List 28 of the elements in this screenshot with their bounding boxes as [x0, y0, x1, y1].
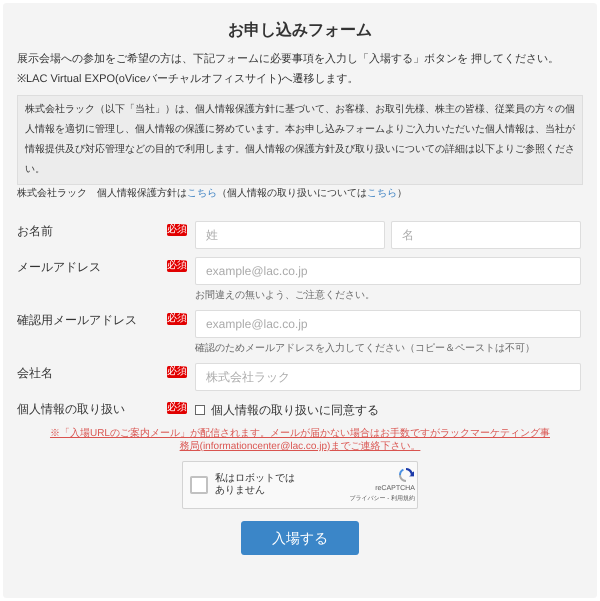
required-badge: 必須: [167, 313, 187, 325]
privacy-notice: 株式会社ラック（以下「当社」）は、個人情報保護方針に基づいて、お客様、お取引先様、株主の皆様、従業員の方々の個人情報を適切に管理し、個人情報の保護に努めています。本お申し込みフォームよりご入力いただいた個人情報は、当社が情報提供及び対応管理などの目的で利用します。個人情報の保護方針及び取り扱いについての詳細は以下よりご参照ください。: [17, 95, 583, 185]
field-label: 会社名: [17, 365, 54, 381]
submit-button[interactable]: 入場する: [241, 521, 359, 555]
captcha-label: 私はロボットではありません: [215, 473, 296, 497]
field-label: 確認用メールアドレス: [17, 312, 138, 328]
intro-text: 展示会場への参加をご希望の方は、下記フォームに必要事項を入力し「入場する」ボタンを 押してください。: [17, 52, 560, 67]
field-hint: 確認のためメールアドレスを入力してください（コピー＆ペーストは不可）: [195, 342, 536, 355]
field-label: お名前: [17, 223, 54, 239]
policy-text: 株式会社ラック 個人情報保護方針はこちら（個人情報の取り扱いについてはこちら）: [17, 186, 408, 201]
field-hint: お間違えの無いよう、ご注意ください。: [195, 289, 376, 302]
name-field[interactable]: 姓: [195, 221, 385, 249]
text-field[interactable]: example@lac.co.jp: [195, 257, 581, 285]
policy-link[interactable]: こちら: [187, 188, 217, 199]
form-title: お申し込みフォーム: [227, 21, 373, 41]
text-field[interactable]: 株式会社ラック: [195, 363, 581, 391]
checkbox-label: 個人情報の取り扱いに同意する: [211, 402, 379, 419]
name-field[interactable]: 名: [391, 221, 581, 249]
notice-text: ※「入場URLのご案内メール」が配信されます。メールが届かない場合はお手数ですがラックマーケティング事務局(informationcenter@lac.co.jp)までご連絡下さい。: [48, 427, 551, 453]
required-badge: 必須: [167, 260, 187, 272]
required-badge: 必須: [167, 402, 187, 414]
required-badge: 必須: [167, 224, 187, 236]
text-field[interactable]: example@lac.co.jp: [195, 310, 581, 338]
field-label: メールアドレス: [17, 259, 102, 275]
intro-text: ※LAC Virtual EXPO(oViceバーチャルオフィスサイト)へ遷移します。: [17, 72, 360, 87]
handling-link[interactable]: こちら: [367, 188, 397, 199]
required-badge: 必須: [167, 366, 187, 378]
field-label: 個人情報の取り扱い: [17, 401, 126, 417]
